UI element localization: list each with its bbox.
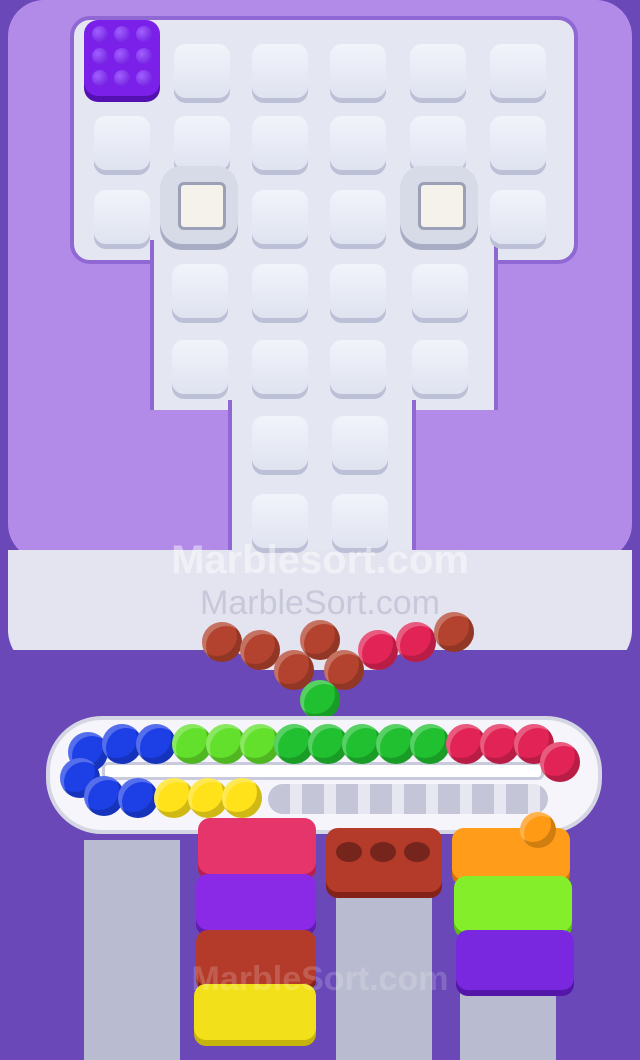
board-tile[interactable] xyxy=(490,116,546,170)
marble-red xyxy=(396,622,436,662)
box-hole xyxy=(336,842,362,862)
board-tile[interactable] xyxy=(330,340,386,394)
purple-marble-block[interactable] xyxy=(84,20,160,96)
block-dot xyxy=(114,70,130,86)
board-tile[interactable] xyxy=(490,190,546,244)
marble-blue xyxy=(118,778,158,818)
block-dot xyxy=(136,70,152,86)
board-tile[interactable] xyxy=(410,44,466,98)
block-dot xyxy=(92,48,108,64)
board-tile[interactable] xyxy=(412,340,468,394)
brown-box-open[interactable] xyxy=(326,828,442,892)
board-tile[interactable] xyxy=(410,116,466,170)
box-hole xyxy=(404,842,430,862)
board-tile[interactable] xyxy=(252,116,308,170)
board-tile[interactable] xyxy=(412,264,468,318)
gear-obstacle-icon xyxy=(160,166,238,244)
marble-red xyxy=(540,742,580,782)
box-hole xyxy=(370,842,396,862)
gear-hole xyxy=(178,182,226,230)
purple-box[interactable] xyxy=(196,874,316,930)
marble-blue xyxy=(136,724,176,764)
board-tile[interactable] xyxy=(252,340,308,394)
watermark-text: MarbleSort.com xyxy=(200,584,440,622)
board-tile[interactable] xyxy=(252,190,308,244)
board-tile[interactable] xyxy=(252,264,308,318)
block-dot xyxy=(92,70,108,86)
board-tile[interactable] xyxy=(332,416,388,470)
board-tile[interactable] xyxy=(490,44,546,98)
board-tile[interactable] xyxy=(330,44,386,98)
block-dot xyxy=(136,48,152,64)
board-tile[interactable] xyxy=(330,116,386,170)
track-divider xyxy=(102,762,544,780)
lime-box[interactable] xyxy=(454,876,572,932)
marble-yellow xyxy=(222,778,262,818)
marble-green xyxy=(410,724,450,764)
board-tile[interactable] xyxy=(94,116,150,170)
gear-hole xyxy=(418,182,466,230)
watermark-text: Marblesort.com xyxy=(171,538,469,582)
board-tile[interactable] xyxy=(174,116,230,170)
block-dot xyxy=(114,48,130,64)
marble-brown xyxy=(434,612,474,652)
block-dot xyxy=(114,26,130,42)
board-tile[interactable] xyxy=(94,190,150,244)
game-scene: Marblesort.com MarbleSort.com MarbleSort… xyxy=(0,0,640,1060)
board-tile[interactable] xyxy=(172,340,228,394)
marble-red xyxy=(358,630,398,670)
pink-box[interactable] xyxy=(198,818,316,874)
board-tile[interactable] xyxy=(252,416,308,470)
marble-orange xyxy=(520,812,556,848)
board-tile[interactable] xyxy=(330,190,386,244)
board-tile[interactable] xyxy=(172,264,228,318)
board-tile[interactable] xyxy=(330,264,386,318)
watermark-text: MarbleSort.com xyxy=(191,960,449,998)
gear-obstacle-icon xyxy=(400,166,478,244)
board-tile[interactable] xyxy=(252,44,308,98)
board-tile[interactable] xyxy=(174,44,230,98)
marble-brown xyxy=(202,622,242,662)
block-dot xyxy=(136,26,152,42)
marble-green xyxy=(300,680,340,720)
column-lane xyxy=(84,840,180,1060)
block-dot xyxy=(92,26,108,42)
track-socket xyxy=(268,784,548,814)
